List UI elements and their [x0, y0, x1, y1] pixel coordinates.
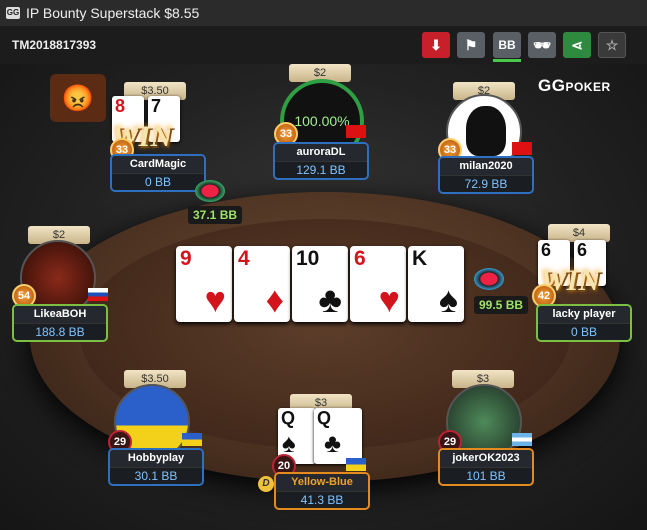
card-rank: 8 — [115, 96, 126, 116]
brand-sub: POKER — [565, 80, 611, 94]
player-stack: 188.8 BB — [35, 325, 85, 339]
flag-icon — [512, 142, 532, 155]
pot-amount-right: 99.5 BB — [474, 296, 529, 314]
player-name: Yellow-Blue — [276, 474, 368, 492]
card-rank: 4 — [238, 247, 250, 270]
card-suit-icon: ♣ — [318, 279, 342, 320]
card-rank: K — [412, 247, 428, 270]
hole-card: Q ♣ — [314, 408, 362, 464]
window-titlebar: GG IP Bounty Superstack $8.55 — [0, 0, 647, 26]
player-plate-joker[interactable]: jokerOK2023 101 BB — [438, 448, 534, 486]
player-stack: 0 BB — [570, 325, 597, 339]
club-icon: ♣ — [324, 428, 342, 458]
card-suit-icon: ♦ — [265, 279, 284, 320]
download-button[interactable]: ⬇ — [422, 32, 450, 58]
dealer-button-icon: D — [258, 476, 274, 492]
card-rank: 6 — [577, 240, 588, 260]
player-stack: 30.1 BB — [134, 469, 178, 483]
share-button[interactable]: ⋖ — [563, 32, 591, 58]
bb-label: BB — [498, 38, 516, 52]
player-stack: 72.9 BB — [464, 177, 508, 191]
card-suit-icon: ♥ — [378, 279, 400, 320]
player-name: milan2020 — [440, 158, 532, 176]
poker-table-scene: GGPOKER 😡 $3.50 8 7 WIN 33 CardMagic 0 B… — [0, 64, 647, 530]
player-name: auroraDL — [275, 144, 367, 162]
board-card: 6 ♥ — [350, 246, 406, 322]
emote-bubble-icon: 😡 — [50, 74, 106, 122]
flag-icon — [88, 288, 108, 301]
flag-icon — [346, 458, 366, 471]
board-card: 9 ♥ — [176, 246, 232, 322]
card-suit-icon: ♠ — [438, 279, 458, 320]
player-name: LikeaBOH — [14, 306, 106, 324]
player-stack: 41.3 BB — [300, 493, 344, 507]
incognito-button[interactable]: 🕶 — [528, 32, 556, 58]
report-button[interactable]: ⚑ — [457, 32, 485, 58]
equity-value: 100.00% — [294, 113, 350, 129]
player-plate-aurora[interactable]: auroraDL 129.1 BB — [273, 142, 369, 180]
favorite-button[interactable]: ☆ — [598, 32, 626, 58]
flag-icon — [512, 433, 532, 446]
card-rank: 6 — [354, 247, 366, 270]
card-rank: 10 — [296, 247, 320, 270]
report-flag-icon: ⚑ — [464, 36, 478, 53]
player-plate-yellow[interactable]: Yellow-Blue 41.3 BB — [274, 472, 370, 510]
player-name: CardMagic — [112, 156, 204, 174]
player-plate-cardmagic[interactable]: CardMagic 0 BB — [110, 154, 206, 192]
board-card: K ♠ — [408, 246, 464, 322]
player-name: jokerOK2023 — [440, 450, 532, 468]
player-name: Hobbyplay — [110, 450, 202, 468]
incognito-icon: 🕶 — [533, 36, 551, 53]
player-stack: 129.1 BB — [296, 163, 346, 177]
pot-amount-left: 37.1 BB — [188, 206, 243, 224]
card-rank: 6 — [541, 240, 552, 260]
ggpoker-brand: GGPOKER — [538, 76, 611, 96]
share-icon: ⋖ — [571, 36, 583, 53]
table-toolbar: TM2018817393 ⬇ ⚑ BB 🕶 ⋖ ☆ — [0, 26, 647, 64]
card-suit-icon: ♥ — [204, 279, 226, 320]
player-name: lacky player — [538, 306, 630, 324]
card-rank: Q — [317, 408, 332, 428]
flag-icon — [346, 125, 366, 138]
card-rank: Q — [281, 408, 296, 428]
player-plate-hobby[interactable]: Hobbyplay 30.1 BB — [108, 448, 204, 486]
board-card: 4 ♦ — [234, 246, 290, 322]
bb-active-indicator — [493, 59, 521, 62]
brand-main: GG — [538, 76, 566, 95]
window-title: IP Bounty Superstack $8.55 — [26, 5, 200, 21]
player-plate-likea[interactable]: LikeaBOH 188.8 BB — [12, 304, 108, 342]
ggpoker-logo-icon: GG — [6, 7, 20, 19]
table-id: TM2018817393 — [12, 38, 97, 52]
download-icon: ⬇ — [430, 36, 442, 53]
player-plate-milan[interactable]: milan2020 72.9 BB — [438, 156, 534, 194]
board-card: 10 ♣ — [292, 246, 348, 322]
chip-stack-icon — [195, 180, 225, 202]
player-stack: 101 BB — [466, 469, 506, 483]
card-rank: 7 — [151, 96, 162, 116]
chip-stack-icon — [474, 268, 504, 290]
card-rank: 9 — [180, 247, 192, 270]
player-stack: 0 BB — [144, 175, 171, 189]
flag-icon — [182, 433, 202, 446]
player-plate-lacky[interactable]: lacky player 0 BB — [536, 304, 632, 342]
star-icon: ☆ — [605, 36, 619, 53]
bb-toggle-button[interactable]: BB — [493, 32, 521, 58]
